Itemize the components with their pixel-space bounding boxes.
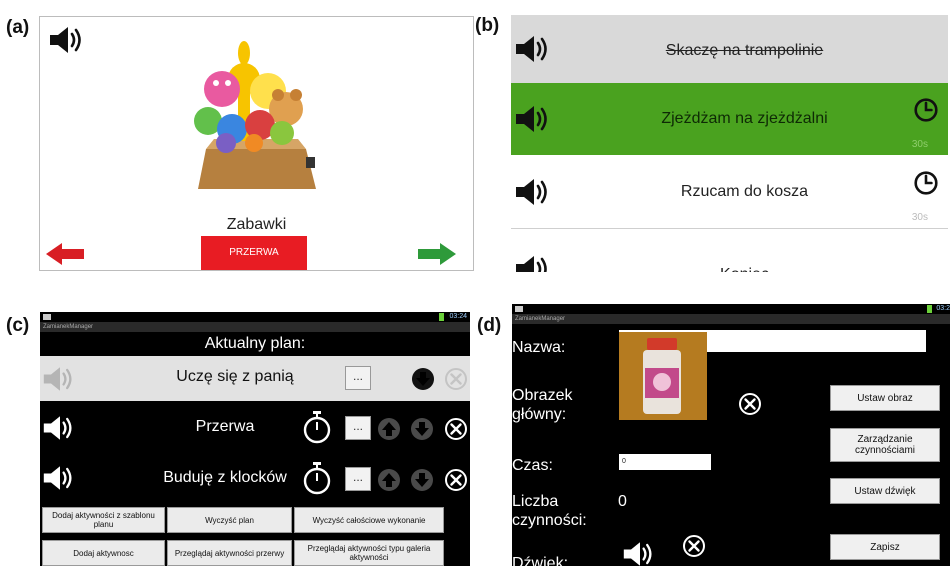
plan-row[interactable]: Buduję z klocków ... <box>40 455 470 501</box>
stopwatch-icon[interactable] <box>302 460 332 496</box>
app-title: ZamianekManager <box>40 322 470 332</box>
image-label: Obrazek główny: <box>512 387 573 423</box>
activity-row[interactable]: Koniec <box>511 229 948 272</box>
activity-label: Rzucam do kosza <box>680 183 809 200</box>
name-label: Nazwa: <box>512 339 566 356</box>
speaker-icon[interactable] <box>42 365 78 393</box>
save-button[interactable]: Zapisz <box>830 534 940 560</box>
app-title: ZamianekManager <box>512 314 950 324</box>
close-circle-icon[interactable] <box>444 417 468 441</box>
arrow-up-icon[interactable] <box>377 417 401 441</box>
activity-row[interactable]: Skaczę na trampolinie <box>511 15 948 86</box>
notification-icon <box>515 306 523 312</box>
more-button[interactable]: ... <box>345 416 371 440</box>
set-sound-button[interactable]: Ustaw dźwięk <box>830 478 940 504</box>
battery-icon <box>927 305 932 313</box>
arrow-down-icon[interactable] <box>410 417 434 441</box>
browse-break-activities-button[interactable]: Przeglądaj aktywności przerwy <box>167 540 292 566</box>
plan-row[interactable]: Uczę się z panią ... <box>40 356 470 401</box>
panel-label-b: (b) <box>475 15 500 36</box>
activity-row-active[interactable]: Zjeżdżam na zjeżdżalni 30s <box>511 83 948 155</box>
speaker-icon[interactable] <box>514 103 554 135</box>
panel-b-activity-list: Skaczę na trampolinie Zjeżdżam na zjeżdż… <box>511 15 948 272</box>
arrow-down-icon[interactable] <box>410 468 434 492</box>
card-word: Zabawki <box>226 216 287 233</box>
status-clock: 03:24 <box>449 313 467 320</box>
count-label: Liczba czynności: <box>512 493 587 529</box>
battery-icon <box>439 313 444 321</box>
arrow-down-icon[interactable] <box>411 367 435 391</box>
speaker-icon[interactable] <box>514 33 554 65</box>
manage-steps-button[interactable]: Zarządzanie czynnościami <box>830 428 940 462</box>
status-clock: 03:2 <box>936 305 950 312</box>
time-label: Czas: <box>512 457 553 474</box>
clear-progress-button[interactable]: Wyczyść całościowe wykonanie <box>294 507 444 533</box>
panel-label-d: (d) <box>477 315 502 336</box>
clock-icon <box>913 97 939 123</box>
clear-plan-button[interactable]: Wyczyść plan <box>167 507 292 533</box>
panel-label-a: (a) <box>6 17 30 38</box>
more-button[interactable]: ... <box>345 366 371 390</box>
activity-row[interactable]: Rzucam do kosza 30s <box>511 156 948 229</box>
browse-gallery-activities-button[interactable]: Przeglądaj aktywności typu galeria aktyw… <box>294 540 444 566</box>
panel-d-activity-editor: 03:2 ZamianekManager Nazwa: Bańki Obraze… <box>512 304 950 566</box>
break-button[interactable]: PRZERWA <box>201 236 307 270</box>
speaker-icon[interactable] <box>622 540 658 566</box>
left-arrow-icon[interactable] <box>44 242 86 266</box>
plan-row[interactable]: Przerwa ... <box>40 405 470 451</box>
more-button[interactable]: ... <box>345 467 371 491</box>
panel-c-plan-manager: 03:24 ZamianekManager Aktualny plan: Ucz… <box>40 312 470 566</box>
close-circle-icon[interactable] <box>444 367 468 391</box>
set-image-button[interactable]: Ustaw obraz <box>830 385 940 411</box>
add-activity-button[interactable]: Dodaj aktywnosc <box>42 540 165 566</box>
plan-row-label: Buduję z klocków <box>163 469 287 486</box>
plan-row-label: Uczę się z panią <box>176 368 294 385</box>
activity-time: 30s <box>911 212 928 223</box>
notification-icon <box>43 314 51 320</box>
count-value: 0 <box>618 493 627 510</box>
speaker-icon[interactable] <box>42 464 78 492</box>
plan-row-label: Przerwa <box>195 418 255 435</box>
stopwatch-icon[interactable] <box>302 409 332 445</box>
add-from-template-button[interactable]: Dodaj aktywności z szablonu planu <box>42 507 165 533</box>
speaker-icon[interactable] <box>514 176 554 208</box>
speaker-icon[interactable] <box>48 25 88 55</box>
speaker-icon[interactable] <box>514 253 554 272</box>
panel-a-card-view: Zabawki PRZERWA <box>39 16 474 271</box>
close-circle-icon[interactable] <box>444 468 468 492</box>
status-bar: 03:24 <box>40 312 470 322</box>
status-bar: 03:2 <box>512 304 950 314</box>
panel-label-c: (c) <box>6 315 30 336</box>
plan-header: Aktualny plan: <box>204 335 306 352</box>
speaker-icon[interactable] <box>42 414 78 442</box>
activity-image[interactable] <box>619 332 707 420</box>
sound-label: Dźwięk: <box>512 555 569 566</box>
time-field[interactable]: 0 <box>619 454 711 470</box>
right-arrow-icon[interactable] <box>416 242 458 266</box>
arrow-up-icon[interactable] <box>377 468 401 492</box>
toys-image <box>194 41 316 189</box>
activity-label: Skaczę na trampolinie <box>665 42 824 59</box>
close-circle-icon[interactable] <box>682 534 706 558</box>
activity-label: Koniec <box>601 255 888 272</box>
clock-icon <box>913 170 939 196</box>
activity-time: 30s <box>911 139 928 150</box>
activity-label: Zjeżdżam na zjeżdżalni <box>661 110 828 127</box>
close-circle-icon[interactable] <box>738 392 762 416</box>
